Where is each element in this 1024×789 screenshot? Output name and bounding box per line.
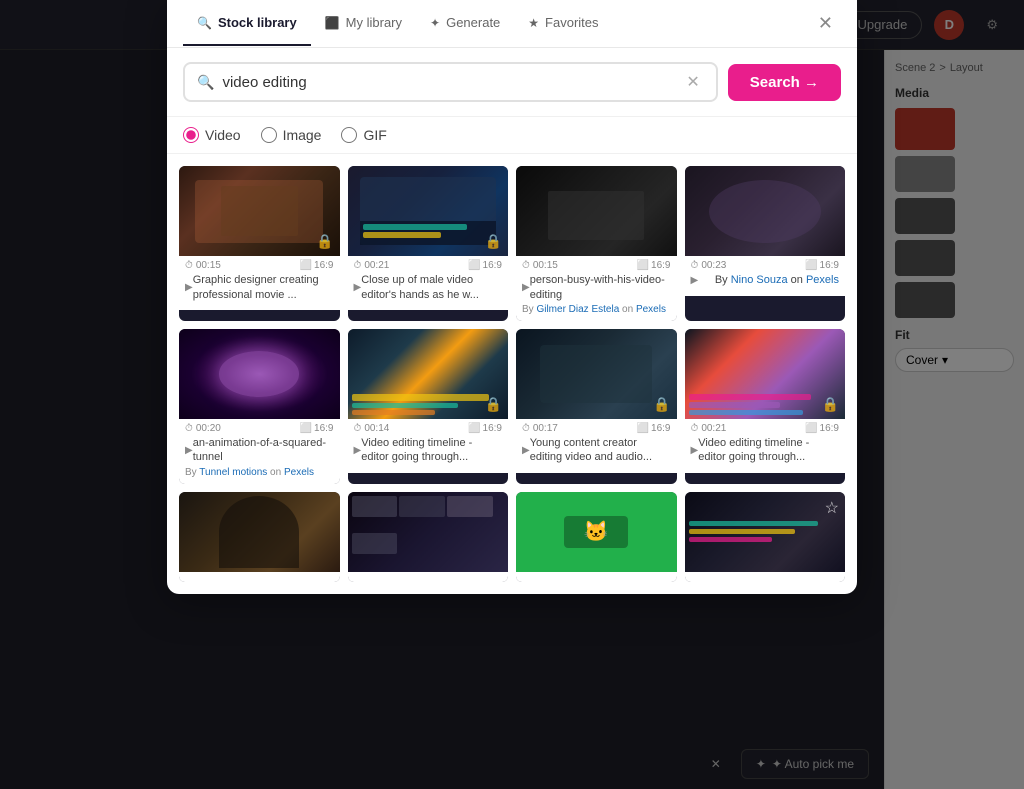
nino-souza-link[interactable]: Nino Souza xyxy=(731,274,788,286)
results-grid-container: 🔒 ⏱ 00:15 ⬜ 16:9 ▶ xyxy=(167,154,857,594)
aspect-icon: ⬜ xyxy=(637,260,649,271)
grid-item[interactable] xyxy=(348,492,509,582)
grid-item[interactable]: 🔒 ⏱ 00:21 ⬜ 16:9 ▶ xyxy=(685,329,846,484)
tab-stock-library[interactable]: 🔍 Stock library xyxy=(183,1,311,46)
play-icon: ▶ xyxy=(354,445,362,456)
filter-image[interactable]: Image xyxy=(261,127,322,143)
grid-item[interactable]: ☆ xyxy=(685,492,846,582)
star-tab-icon: ★ xyxy=(528,16,539,30)
grid-item[interactable]: 🔒 ⏱ 00:15 ⬜ 16:9 ▶ xyxy=(179,166,340,321)
aspect-icon: ⬜ xyxy=(468,423,480,434)
clear-search-button[interactable]: ✕ xyxy=(682,72,703,92)
lock-icon: 🔒 xyxy=(485,233,502,250)
clock-icon: ⏱ xyxy=(691,260,699,271)
search-button[interactable]: Search → xyxy=(728,64,841,101)
clock-icon: ⏱ xyxy=(185,423,193,434)
filter-row: Video Image GIF xyxy=(167,117,857,154)
aspect-icon: ⬜ xyxy=(300,260,312,271)
search-input[interactable]: video editing xyxy=(222,74,674,91)
grid-item[interactable]: 🐱 xyxy=(516,492,677,582)
pexels-link[interactable]: Pexels xyxy=(636,304,666,315)
tab-generate[interactable]: ✦ Generate xyxy=(416,1,514,46)
modal: 🔍 Stock library ⬛ My library ✦ Generate … xyxy=(167,0,857,594)
grid-item[interactable]: 🔒 ⏱ 00:14 ⬜ 16:9 ▶ xyxy=(348,329,509,484)
pexels-link2[interactable]: Pexels xyxy=(806,274,839,286)
aspect-icon: ⬜ xyxy=(805,260,817,271)
filter-video[interactable]: Video xyxy=(183,127,241,143)
clock-icon: ⏱ xyxy=(354,260,362,271)
grid-item[interactable]: ⏱ 00:15 ⬜ 16:9 ▶ person-busy-with-his-vi… xyxy=(516,166,677,321)
tab-favorites[interactable]: ★ Favorites xyxy=(514,1,612,46)
library-icon: ⬛ xyxy=(325,16,340,30)
play-icon: ▶ xyxy=(522,445,530,456)
author-link[interactable]: Gilmer Diaz Estela xyxy=(536,304,619,315)
clock-icon: ⏱ xyxy=(185,260,193,271)
clock-icon: ⏱ xyxy=(354,423,362,434)
grid-item[interactable]: ⏱ 00:23 ⬜ 16:9 ▶ By Nino Souza on Pexels xyxy=(685,166,846,321)
search-input-icon: 🔍 xyxy=(197,74,214,91)
lock-icon: 🔒 xyxy=(485,396,502,413)
aspect-icon: ⬜ xyxy=(300,423,312,434)
grid-item[interactable] xyxy=(179,492,340,582)
grid-item[interactable]: ⏱ 00:20 ⬜ 16:9 ▶ an-animation-of-a-squar… xyxy=(179,329,340,484)
clock-icon: ⏱ xyxy=(522,260,530,271)
lock-icon: 🔒 xyxy=(822,396,839,413)
generate-icon: ✦ xyxy=(430,16,440,30)
modal-close-button[interactable]: ✕ xyxy=(810,9,841,38)
results-grid: 🔒 ⏱ 00:15 ⬜ 16:9 ▶ xyxy=(179,166,845,582)
lock-icon: 🔒 xyxy=(316,233,333,250)
search-input-wrap: 🔍 video editing ✕ xyxy=(183,62,718,102)
search-icon: 🔍 xyxy=(197,16,212,30)
tab-my-library[interactable]: ⬛ My library xyxy=(311,1,416,46)
play-icon: ▶ xyxy=(691,445,699,456)
clock-icon: ⏱ xyxy=(522,423,530,434)
grid-item[interactable]: 🔒 ⏱ 00:17 ⬜ 16:9 ▶ xyxy=(516,329,677,484)
modal-tabs: 🔍 Stock library ⬛ My library ✦ Generate … xyxy=(167,0,857,48)
tunnel-link[interactable]: Tunnel motions xyxy=(199,467,267,478)
clock-icon: ⏱ xyxy=(691,423,699,434)
pexels-link3[interactable]: Pexels xyxy=(284,467,314,478)
grid-item[interactable]: 🔒 ⏱ 00:21 ⬜ 16:9 ▶ xyxy=(348,166,509,321)
play-icon: ▶ xyxy=(691,275,699,286)
search-button-label: Search → xyxy=(750,74,819,91)
play-icon: ▶ xyxy=(354,282,362,293)
play-icon: ▶ xyxy=(185,445,193,456)
filter-gif[interactable]: GIF xyxy=(341,127,386,143)
aspect-icon: ⬜ xyxy=(805,423,817,434)
lock-icon: 🔒 xyxy=(653,396,670,413)
aspect-icon: ⬜ xyxy=(468,260,480,271)
play-icon: ▶ xyxy=(522,282,530,293)
play-icon: ▶ xyxy=(185,282,193,293)
aspect-icon: ⬜ xyxy=(637,423,649,434)
star-icon: ☆ xyxy=(825,498,839,518)
search-section: 🔍 video editing ✕ Search → xyxy=(167,48,857,117)
